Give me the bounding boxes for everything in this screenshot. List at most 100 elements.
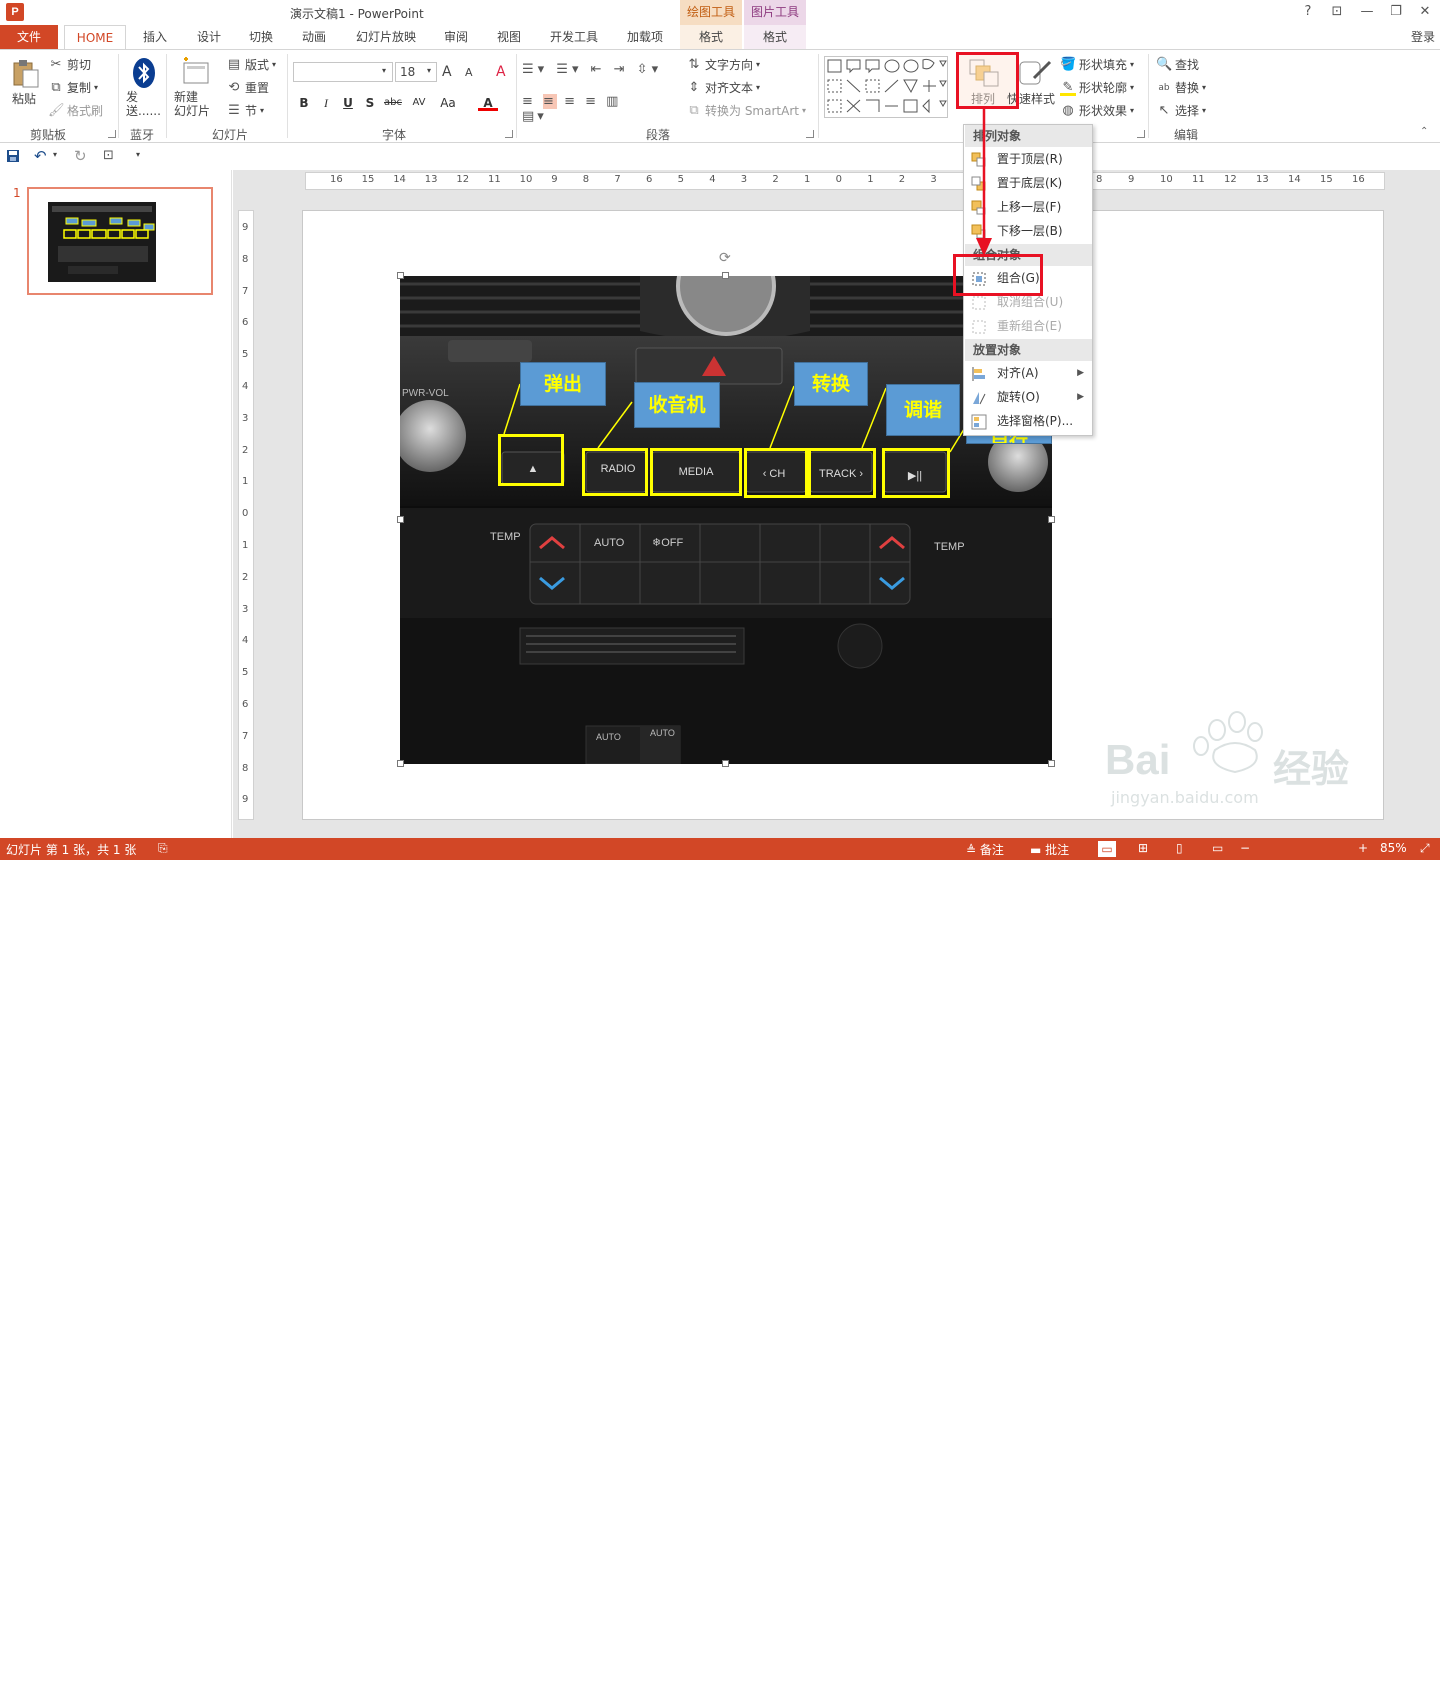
bluetooth-send-button[interactable]: 发 送...... [126,90,161,118]
zoom-out-icon[interactable]: − [1240,841,1250,855]
font-size-dropdown-icon[interactable]: ▾ [427,66,431,75]
italic-button[interactable]: I [316,94,336,112]
undo-dropdown-icon[interactable]: ▾ [53,150,57,159]
tab-transitions[interactable]: 切换 [240,25,282,49]
spellcheck-icon[interactable]: ⎘ [158,841,168,856]
ribbon-display-icon[interactable]: ⊡ [1327,4,1347,20]
select-button[interactable]: ↖ 选择 ▾ [1156,102,1206,119]
resize-handle[interactable] [397,516,404,523]
resize-handle[interactable] [722,272,729,279]
paragraph-launcher-icon[interactable] [806,130,814,138]
notes-button[interactable]: ≜ 备注 [966,841,1004,858]
comments-button[interactable]: ▬ 批注 [1030,841,1069,858]
close-button[interactable]: ✕ [1415,4,1435,20]
menu-regroup[interactable]: 重新组合(E) [965,315,1092,338]
car-console-photo[interactable]: PWR-VOL ▲ RADIO MEDIA ‹ CH TRACK › ▶|| T… [400,276,1052,764]
tab-design[interactable]: 设计 [188,25,230,49]
copy-button[interactable]: ⧉ 复制 ▾ [48,79,98,96]
zoom-in-icon[interactable]: + [1358,841,1368,855]
redo-icon[interactable]: ↻ [74,147,87,165]
resize-handle[interactable] [722,760,729,767]
menu-align[interactable]: 对齐(A) ▶ [965,362,1092,385]
change-case-button[interactable]: Aa [436,94,460,112]
paste-label[interactable]: 粘贴 [12,90,36,107]
zoom-level[interactable]: 85% [1380,841,1407,855]
collapse-ribbon-icon[interactable]: ⌃ [1420,126,1428,137]
tab-review[interactable]: 审阅 [435,25,477,49]
tab-drawing-format[interactable]: 格式 [680,25,742,49]
callout-tune[interactable]: 调谐 [886,384,960,436]
slide-thumbnail[interactable] [27,187,213,295]
zoom-slider-track[interactable] [1254,1686,1354,1687]
slideshow-view-icon[interactable]: ▭ [1212,841,1223,855]
tab-slideshow[interactable]: 幻灯片放映 [350,25,422,49]
menu-selection-pane[interactable]: 选择窗格(P)... [965,410,1092,433]
tab-picture-format[interactable]: 格式 [744,25,806,49]
callout-switch[interactable]: 转换 [794,362,868,406]
font-name-dropdown-icon[interactable]: ▾ [382,66,386,75]
tab-home[interactable]: HOME [64,25,126,50]
layout-button[interactable]: ▤ 版式 ▾ [226,56,276,73]
bluetooth-icon[interactable] [128,57,160,89]
callout-eject[interactable]: 弹出 [520,362,606,406]
find-button[interactable]: 🔍 查找 [1156,56,1199,73]
callout-radio[interactable]: 收音机 [634,382,720,428]
new-slide-button[interactable]: 新建 幻灯片 [174,90,210,118]
save-icon[interactable] [6,149,20,163]
resize-handle[interactable] [397,272,404,279]
reset-button[interactable]: ⟲ 重置 [226,79,269,96]
underline-button[interactable]: U [338,94,358,112]
rotate-handle-icon[interactable]: ⟳ [719,250,731,266]
tab-animations[interactable]: 动画 [293,25,335,49]
convert-smartart-button[interactable]: ⧉ 转换为 SmartArt ▾ [686,102,806,119]
maximize-button[interactable]: ❐ [1386,4,1406,20]
fit-slide-icon[interactable]: ⤢ [1420,841,1430,856]
reading-view-icon[interactable]: ▯ [1176,841,1183,855]
char-spacing-button[interactable]: AV [406,94,432,112]
new-slide-icon[interactable] [180,57,212,89]
tab-view[interactable]: 视图 [488,25,530,49]
tab-developer[interactable]: 开发工具 [544,25,604,49]
customize-qat-icon[interactable]: ▾ [136,150,140,159]
font-launcher-icon[interactable] [505,130,513,138]
tab-file[interactable]: 文件 [0,25,58,49]
align-text-button[interactable]: ⇕ 对齐文本 ▾ [686,79,760,96]
cut-button[interactable]: ✂ 剪切 [48,56,91,73]
bold-button[interactable]: B [294,94,314,112]
menu-rotate[interactable]: 旋转(O) ▶ [965,386,1092,409]
minimize-button[interactable]: — [1357,4,1377,20]
login-link[interactable]: 登录 [1406,25,1440,49]
tab-insert[interactable]: 插入 [134,25,176,49]
section-button[interactable]: ☰ 节 ▾ [226,102,264,119]
tab-addins[interactable]: 加载项 [618,25,672,49]
normal-view-icon[interactable]: ▭ [1098,841,1116,857]
clear-format-button[interactable]: A [496,64,506,80]
help-icon[interactable]: ? [1298,4,1318,20]
paste-icon[interactable] [10,57,42,89]
slideshow-start-icon[interactable]: ⊡ [103,148,114,163]
shape-effects-button[interactable]: ◍ 形状效果 ▾ [1060,102,1134,119]
undo-icon[interactable]: ↶ [34,147,47,165]
font-color-button[interactable]: A [478,94,498,111]
list-buttons-row[interactable]: ☰▾ ☰▾ ⇤ ⇥ ⇳▾ [522,62,662,77]
shrink-font-button[interactable]: A [465,66,473,79]
format-painter-button[interactable]: 🖌 格式刷 [48,102,103,119]
replace-button[interactable]: ab 替换 ▾ [1156,79,1206,96]
resize-handle[interactable] [1048,760,1055,767]
font-name-combobox[interactable] [293,62,393,82]
zoom-slider-thumb[interactable] [1294,1681,1298,1692]
resize-handle[interactable] [1048,516,1055,523]
slide-sorter-icon[interactable]: ⊞ [1138,841,1148,855]
grow-font-button[interactable]: A [442,64,452,80]
resize-handle[interactable] [397,760,404,767]
strikethrough-button[interactable]: abc [382,94,404,112]
shapes-gallery[interactable] [824,56,948,118]
shape-outline-button[interactable]: ✎ 形状轮廓 ▾ [1060,79,1134,96]
clipboard-launcher-icon[interactable] [108,130,116,138]
align-buttons-row[interactable]: ≡ ≡ ≡ ≡ ▥ ▤▾ [522,94,648,124]
scissors-icon: ✂ [50,56,62,72]
shape-fill-button[interactable]: 🪣 形状填充 ▾ [1060,56,1134,73]
text-direction-button[interactable]: ⇅ 文字方向 ▾ [686,56,760,73]
shadow-button[interactable]: S [360,94,380,112]
drawing-launcher-icon[interactable] [1137,130,1145,138]
